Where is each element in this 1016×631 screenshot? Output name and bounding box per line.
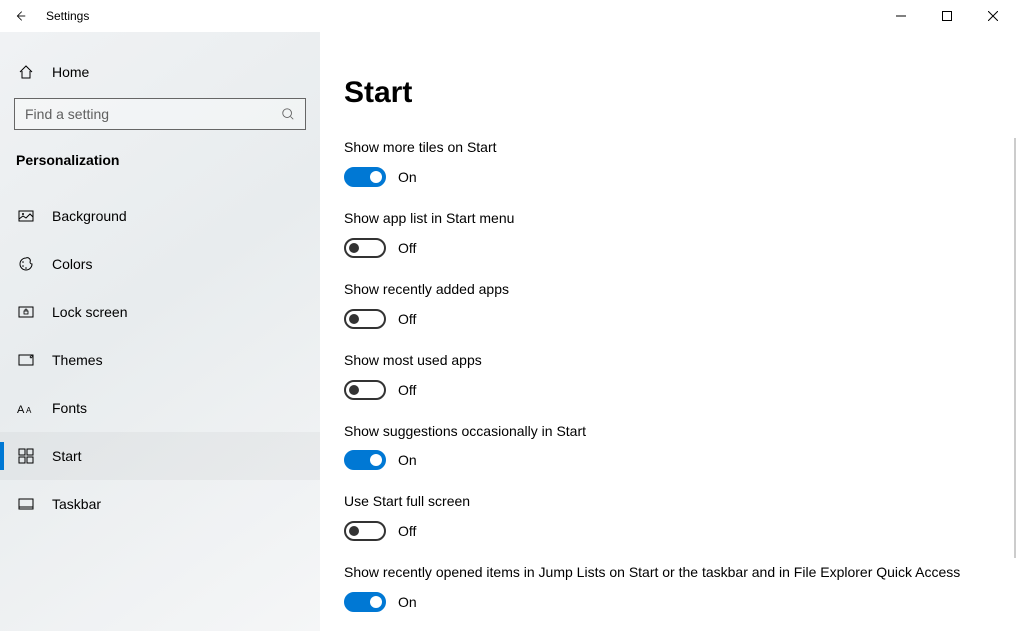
sidebar-item-label: Taskbar [52,496,101,512]
setting-row: Show more tiles on Start On [344,138,984,187]
home-nav[interactable]: Home [0,54,320,90]
sidebar-item-colors[interactable]: Colors [0,240,320,288]
toggle-state-text: Off [398,523,416,539]
sidebar-item-label: Themes [52,352,103,368]
setting-row: Show recently opened items in Jump Lists… [344,563,984,612]
home-icon [16,64,36,80]
setting-label: Show recently opened items in Jump Lists… [344,563,984,582]
palette-icon [16,256,36,272]
sidebar-item-label: Background [52,208,127,224]
toggle-switch[interactable] [344,309,386,329]
search-input[interactable] [25,106,281,122]
svg-text:A: A [26,406,32,415]
home-label: Home [52,64,89,80]
setting-label: Show suggestions occasionally in Start [344,422,984,441]
toggle-state-text: On [398,169,417,185]
maximize-button[interactable] [924,0,970,32]
setting-row: Show recently added apps Off [344,280,984,329]
toggle-switch[interactable] [344,167,386,187]
sidebar-item-lock-screen[interactable]: Lock screen [0,288,320,336]
setting-label: Show more tiles on Start [344,138,984,157]
toggle-state-text: Off [398,382,416,398]
page-title: Start [344,76,984,110]
close-button[interactable] [970,0,1016,32]
setting-row: Use Start full screen Off [344,492,984,541]
setting-row: Show suggestions occasionally in Start On [344,422,984,471]
toggle-switch[interactable] [344,521,386,541]
toggle-state-text: Off [398,311,416,327]
titlebar: Settings [0,0,1016,32]
search-box[interactable] [14,98,306,130]
picture-icon [16,208,36,224]
setting-row: Show app list in Start menu Off [344,209,984,258]
setting-label: Use Start full screen [344,492,984,511]
sidebar-item-label: Lock screen [52,304,127,320]
toggle-switch[interactable] [344,592,386,612]
sidebar-item-start[interactable]: Start [0,432,320,480]
sidebar-item-label: Fonts [52,400,87,416]
themes-icon [16,352,36,368]
setting-label: Show app list in Start menu [344,209,984,228]
sidebar-item-fonts[interactable]: AA Fonts [0,384,320,432]
sidebar-item-background[interactable]: Background [0,192,320,240]
toggle-switch[interactable] [344,450,386,470]
section-title: Personalization [0,146,320,182]
back-button[interactable] [12,8,28,24]
minimize-button[interactable] [878,0,924,32]
sidebar-item-label: Colors [52,256,92,272]
start-icon [16,448,36,464]
fonts-icon: AA [16,401,36,415]
content-area: Start Show more tiles on Start On Show app… [320,32,1016,631]
sidebar-item-label: Start [52,448,82,464]
toggle-state-text: On [398,452,417,468]
lockscreen-icon [16,304,36,320]
setting-row: Show most used apps Off [344,351,984,400]
toggle-switch[interactable] [344,238,386,258]
search-icon [281,107,295,121]
svg-text:A: A [17,404,25,415]
toggle-state-text: Off [398,240,416,256]
setting-label: Show recently added apps [344,280,984,299]
setting-label: Show most used apps [344,351,984,370]
sidebar-item-taskbar[interactable]: Taskbar [0,480,320,528]
taskbar-icon [16,496,36,512]
sidebar: Home Personalization Background Colors Loc… [0,32,320,631]
toggle-switch[interactable] [344,380,386,400]
toggle-state-text: On [398,594,417,610]
sidebar-item-themes[interactable]: Themes [0,336,320,384]
window-title: Settings [46,9,89,23]
